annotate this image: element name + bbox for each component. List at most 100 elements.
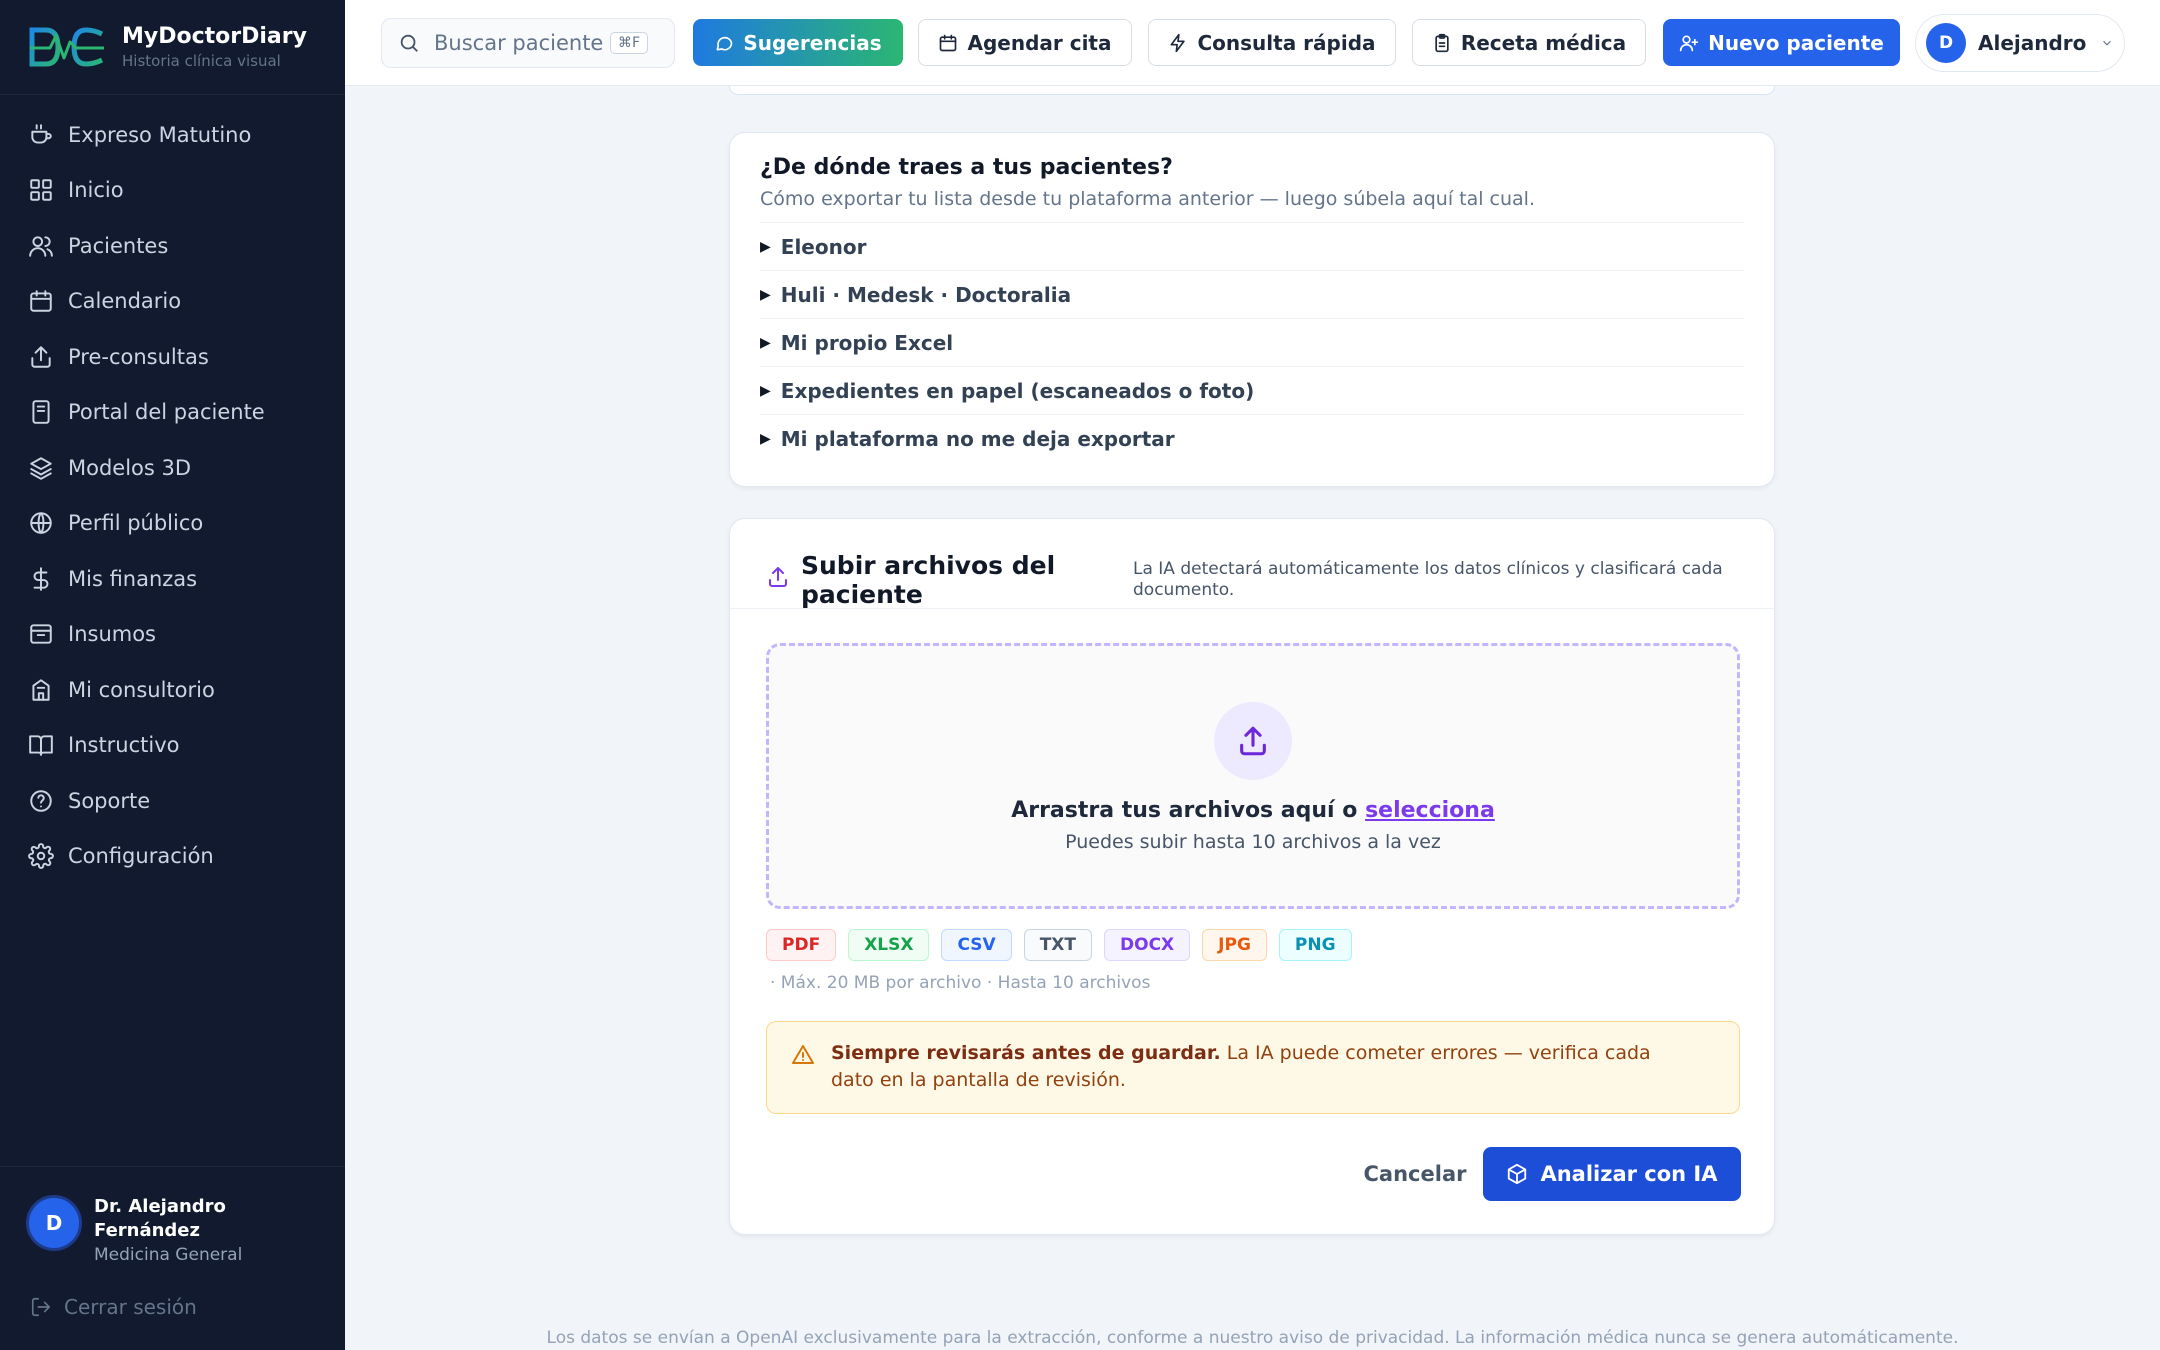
analyze-label: Analizar con IA bbox=[1540, 1162, 1718, 1186]
dropzone-text: Arrastra tus archivos aquí o selecciona bbox=[769, 798, 1737, 823]
sidebar-item-label: Mis finanzas bbox=[68, 566, 198, 591]
sidebar-user-panel: D Dr. Alejandro Fernández Medicina Gener… bbox=[0, 1166, 345, 1350]
accordion-item[interactable]: ▶ Eleonor bbox=[760, 223, 1744, 271]
disclosure-triangle-icon: ▶ bbox=[760, 382, 771, 399]
book-icon bbox=[29, 735, 53, 756]
accordion-label: Eleonor bbox=[780, 234, 867, 259]
new-patient-label: Nuevo paciente bbox=[1708, 30, 1884, 55]
calendar-icon bbox=[30, 290, 52, 312]
globe-icon bbox=[30, 512, 52, 534]
user-menu-name: Alejandro bbox=[1978, 31, 2087, 55]
user-full-name: Dr. Alejandro Fernández bbox=[94, 1196, 226, 1241]
sidebar-item-label: Pre-consultas bbox=[68, 344, 209, 369]
accordion-label: Mi propio Excel bbox=[780, 330, 954, 355]
accordion-label: Mi plataforma no me deja exportar bbox=[780, 427, 1175, 451]
sidebar-item-label: Instructivo bbox=[68, 733, 180, 758]
calendar-icon bbox=[940, 34, 957, 51]
sidebar-item-label: Insumos bbox=[68, 622, 156, 647]
chat-bubble-icon bbox=[716, 36, 733, 51]
sidebar-item-calendario[interactable]: Calendario bbox=[0, 274, 345, 330]
upload-limits: · Máx. 20 MB por archivo · Hasta 10 arch… bbox=[770, 973, 1151, 993]
cube-icon bbox=[1508, 1163, 1527, 1185]
sidebar: MyDoctorDiary Historia clínica visual Ex… bbox=[0, 0, 345, 1350]
sidebar-item-pacientes[interactable]: Pacientes bbox=[0, 218, 345, 274]
accordion-item[interactable]: ▶ Expedientes en papel (escaneados o foto… bbox=[760, 367, 1744, 415]
sidebar-item-label: Configuración bbox=[68, 844, 214, 869]
clipboard-icon bbox=[1435, 33, 1449, 52]
share-icon bbox=[31, 346, 51, 368]
sidebar-item-inicio[interactable]: Inicio bbox=[0, 163, 345, 219]
suggestions-button[interactable]: Sugerencias bbox=[693, 19, 903, 66]
sidebar-item-soporte[interactable]: Soporte bbox=[0, 773, 345, 829]
search-shortcut: ⌘F bbox=[610, 32, 649, 54]
schedule-appointment-button[interactable]: Agendar cita bbox=[918, 19, 1132, 66]
file-type-badge: JPG bbox=[1202, 929, 1267, 961]
search-input[interactable] bbox=[434, 31, 604, 55]
upload-icon bbox=[769, 567, 787, 587]
upload-icon bbox=[1240, 726, 1266, 756]
warning-icon bbox=[792, 1045, 814, 1064]
sidebar-item-instructivo[interactable]: Instructivo bbox=[0, 718, 345, 774]
logout-label: Cerrar sesión bbox=[64, 1295, 197, 1319]
file-dropzone[interactable]: Arrastra tus archivos aquí o selecciona … bbox=[766, 643, 1740, 909]
sidebar-item-label: Portal del paciente bbox=[68, 400, 265, 425]
dollar-icon bbox=[33, 566, 49, 591]
search-box[interactable]: ⌘F bbox=[381, 18, 675, 68]
analyze-with-ai-button[interactable]: Analizar con IA bbox=[1483, 1147, 1741, 1201]
import-sources-description: Cómo exportar tu lista desde tu platafor… bbox=[760, 188, 1744, 223]
accordion-item[interactable]: ▶ Huli · Medesk · Doctoralia bbox=[760, 271, 1744, 319]
sidebar-item-label: Calendario bbox=[68, 289, 182, 314]
file-type-badge: DOCX bbox=[1104, 929, 1191, 961]
sidebar-item-mi-consultorio[interactable]: Mi consultorio bbox=[0, 662, 345, 718]
cancel-button[interactable]: Cancelar bbox=[1320, 1147, 1510, 1201]
upload-card-header: Subir archivos del paciente La IA detect… bbox=[730, 519, 1774, 609]
schedule-appointment-label: Agendar cita bbox=[967, 30, 1112, 55]
sidebar-item-insumos[interactable]: Insumos bbox=[0, 607, 345, 663]
avatar: D bbox=[1926, 23, 1966, 63]
accordion-label: Huli · Medesk · Doctoralia bbox=[780, 282, 1072, 307]
upload-note: La IA detectará automáticamente los dato… bbox=[1133, 559, 1723, 600]
disclosure-triangle-icon: ▶ bbox=[760, 286, 771, 303]
quick-consult-button[interactable]: Consulta rápida bbox=[1148, 19, 1396, 66]
brand-name: MyDoctorDiary bbox=[122, 24, 307, 49]
sidebar-item-portal-del-paciente[interactable]: Portal del paciente bbox=[0, 385, 345, 441]
sidebar-item-configuracion[interactable]: Configuración bbox=[0, 829, 345, 885]
brand[interactable]: MyDoctorDiary Historia clínica visual bbox=[0, 0, 345, 95]
file-type-badge: CSV bbox=[941, 929, 1012, 961]
user-menu[interactable]: D Alejandro bbox=[1915, 14, 2125, 72]
sidebar-item-mis-finanzas[interactable]: Mis finanzas bbox=[0, 551, 345, 607]
file-type-list: PDF XLSX CSV TXT DOCX JPG PNG bbox=[766, 929, 1364, 961]
disclosure-triangle-icon: ▶ bbox=[760, 334, 771, 351]
tablet-icon bbox=[32, 400, 50, 425]
file-type-badge: PDF bbox=[766, 929, 837, 961]
disclosure-triangle-icon: ▶ bbox=[760, 238, 771, 255]
sidebar-item-expreso-matutino[interactable]: Expreso Matutino bbox=[0, 107, 345, 163]
avatar[interactable]: D bbox=[26, 1195, 82, 1251]
sidebar-item-label: Perfil público bbox=[68, 511, 204, 536]
import-sources-card: ¿De dónde traes a tus pacientes? Cómo ex… bbox=[729, 132, 1775, 487]
warning-bold-text: Siempre revisarás antes de guardar. bbox=[831, 1042, 1221, 1064]
topbar: ⌘F Sugerencias Agendar cita Consulta ráp… bbox=[345, 0, 2160, 86]
sidebar-item-label: Expreso Matutino bbox=[68, 122, 252, 147]
new-patient-button[interactable]: Nuevo paciente bbox=[1663, 19, 1900, 66]
grid-icon bbox=[30, 179, 52, 201]
search-icon bbox=[400, 34, 418, 52]
sidebar-item-pre-consultas[interactable]: Pre-consultas bbox=[0, 329, 345, 385]
logout-button[interactable]: Cerrar sesión bbox=[0, 1265, 345, 1319]
building-icon bbox=[32, 679, 50, 701]
upload-card: Subir archivos del paciente La IA detect… bbox=[729, 518, 1775, 1235]
prescription-button[interactable]: Receta médica bbox=[1412, 19, 1646, 66]
accordion-item[interactable]: ▶ Mi propio Excel bbox=[760, 319, 1744, 367]
accordion-item[interactable]: ▶ Mi plataforma no me deja exportar bbox=[760, 415, 1744, 463]
accordion-label: Expedientes en papel (escaneados o foto) bbox=[780, 378, 1255, 403]
import-sources-title: ¿De dónde traes a tus pacientes? bbox=[760, 155, 1173, 180]
dropzone-icon-circle bbox=[1214, 702, 1292, 780]
layers-icon bbox=[30, 457, 52, 480]
select-files-link[interactable]: selecciona bbox=[1365, 798, 1495, 823]
sidebar-item-label: Mi consultorio bbox=[68, 677, 215, 702]
coffee-icon bbox=[31, 124, 52, 144]
help-circle-icon bbox=[30, 790, 52, 812]
sidebar-item-perfil-publico[interactable]: Perfil público bbox=[0, 496, 345, 552]
sidebar-item-modelos-3d[interactable]: Modelos 3D bbox=[0, 440, 345, 496]
prescription-label: Receta médica bbox=[1460, 30, 1627, 55]
